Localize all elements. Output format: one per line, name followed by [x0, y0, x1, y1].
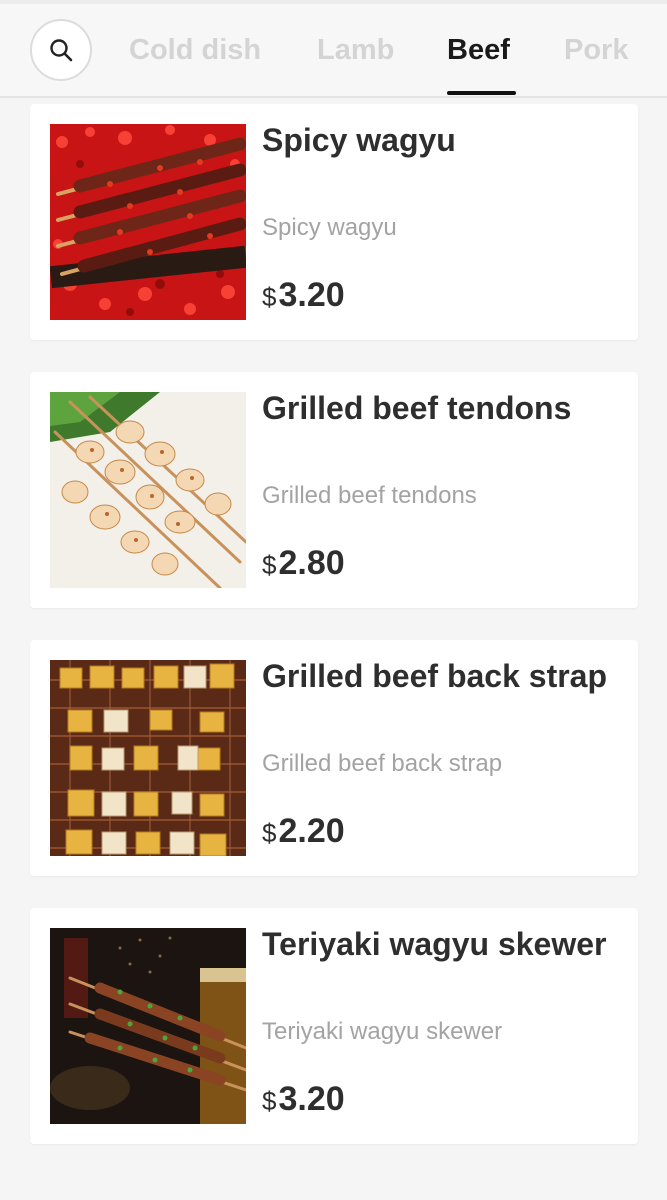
item-description: Teriyaki wagyu skewer [262, 1018, 503, 1045]
grilled-beef-back-strap-photo [50, 660, 246, 856]
item-price: $3.20 [262, 1080, 345, 1119]
price-amount: 3.20 [278, 276, 345, 314]
menu-page: Cold dish Lamb Beef Pork Spicy wagyu Spi… [0, 0, 667, 1200]
tab-lamb[interactable]: Lamb [317, 30, 394, 70]
grilled-beef-tendons-photo [50, 392, 246, 588]
price-amount: 3.20 [278, 1080, 345, 1118]
search-icon [50, 39, 73, 62]
price-currency: $ [262, 550, 277, 580]
item-price: $2.20 [262, 812, 345, 851]
item-description: Spicy wagyu [262, 214, 397, 241]
price-currency: $ [262, 818, 277, 848]
tab-pork[interactable]: Pork [564, 30, 628, 70]
menu-item-card[interactable]: Teriyaki wagyu skewer Teriyaki wagyu ske… [30, 908, 638, 1144]
price-amount: 2.20 [278, 812, 345, 850]
item-title: Grilled beef tendons [262, 390, 572, 426]
item-title: Teriyaki wagyu skewer [262, 926, 607, 962]
price-currency: $ [262, 282, 277, 312]
item-price: $2.80 [262, 544, 345, 583]
spicy-wagyu-photo [50, 124, 246, 320]
teriyaki-wagyu-skewer-photo [50, 928, 246, 1124]
tab-cold-dish[interactable]: Cold dish [129, 30, 261, 70]
category-header: Cold dish Lamb Beef Pork [0, 0, 667, 98]
search-button[interactable] [30, 19, 92, 81]
item-title: Spicy wagyu [262, 122, 456, 158]
item-description: Grilled beef back strap [262, 750, 503, 777]
menu-item-card[interactable]: Grilled beef back strap Grilled beef bac… [30, 640, 638, 876]
tab-beef[interactable]: Beef [447, 30, 510, 70]
item-title: Grilled beef back strap [262, 658, 608, 694]
item-price: $3.20 [262, 276, 345, 315]
top-edge [0, 0, 667, 4]
menu-item-card[interactable]: Spicy wagyu Spicy wagyu $3.20 [30, 104, 638, 340]
active-tab-indicator [447, 91, 516, 95]
price-currency: $ [262, 1086, 277, 1116]
menu-item-card[interactable]: Grilled beef tendons Grilled beef tendon… [30, 372, 638, 608]
price-amount: 2.80 [278, 544, 345, 582]
item-description: Grilled beef tendons [262, 482, 477, 509]
